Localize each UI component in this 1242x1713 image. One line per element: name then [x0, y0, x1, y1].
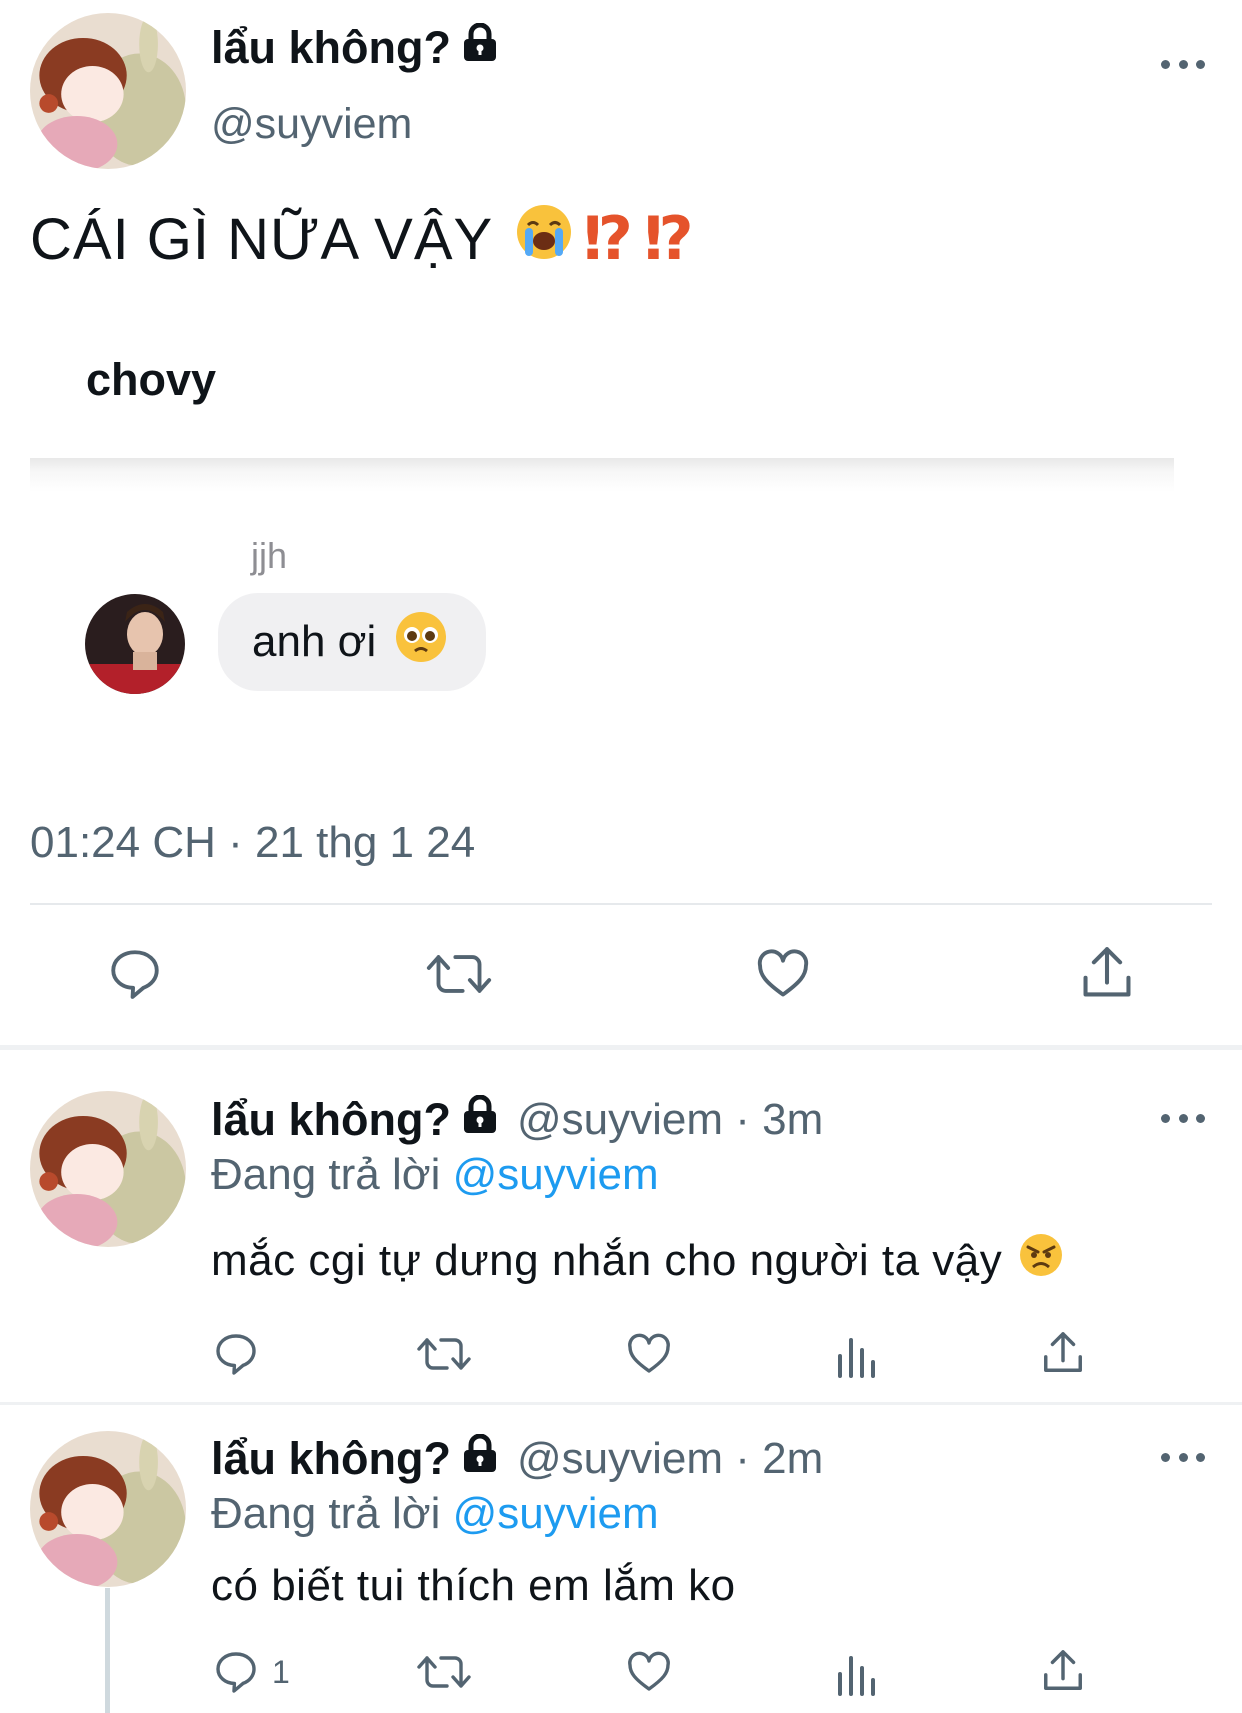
- share-icon: [1083, 947, 1131, 997]
- retweet-icon: [426, 955, 492, 993]
- reply-handle-time: @suyviem · 3m: [517, 1095, 824, 1144]
- lock-icon: [461, 22, 499, 74]
- embed-chat-sender: jjh: [251, 535, 288, 576]
- reply-avatar[interactable]: [30, 1091, 186, 1247]
- reply-text: có biết tui thích em lắm ko: [211, 1561, 736, 1611]
- views-icon: [838, 1656, 875, 1696]
- lock-icon: [461, 1433, 499, 1485]
- display-name-text: lẩu không?: [211, 22, 451, 73]
- heart-icon: [757, 949, 809, 997]
- tweet-detail-page: lẩu không? @suyviem CÁI GÌ NỮA VẬY ⁉ ⁉ c…: [0, 0, 1242, 1713]
- author-handle[interactable]: @suyviem: [211, 100, 412, 149]
- lock-icon: [461, 1094, 499, 1146]
- share-icon: [1044, 1650, 1082, 1690]
- embed-chat-bubble: anh ơi: [218, 593, 486, 691]
- reply-text: mắc cgi tự dưng nhắn cho người ta vậy: [211, 1232, 1064, 1289]
- reply-icon: [216, 1652, 256, 1693]
- tweet-text: CÁI GÌ NỮA VẬY ⁉ ⁉: [30, 203, 695, 275]
- embed-sender-avatar: [85, 594, 185, 694]
- reply-button[interactable]: [106, 945, 164, 1003]
- views-button[interactable]: [834, 1332, 878, 1378]
- reply-icon: [111, 950, 159, 999]
- interrobang-1: ⁉: [583, 205, 634, 272]
- more-icon[interactable]: [1161, 1111, 1205, 1125]
- section-divider: [0, 1045, 1242, 1050]
- retweet-button[interactable]: [415, 1330, 473, 1378]
- reply-display-name: lẩu không?: [211, 1433, 451, 1484]
- embed-chat-title: chovy: [86, 354, 217, 405]
- heart-icon: [628, 1651, 670, 1691]
- replying-to: Đang trả lời @suyviem: [211, 1489, 659, 1539]
- reply-text-content: có biết tui thích em lắm ko: [211, 1561, 736, 1610]
- replying-prefix: Đang trả lời: [211, 1489, 453, 1538]
- reply-icon: [216, 1334, 256, 1375]
- interrobang-2: ⁉: [643, 205, 695, 272]
- embed-divider: [30, 458, 1174, 492]
- reply-handle-time: @suyviem · 2m: [517, 1434, 824, 1483]
- retweet-icon: [417, 1338, 471, 1370]
- replying-mention-link[interactable]: @suyviem: [453, 1150, 659, 1199]
- divider: [30, 903, 1212, 905]
- replying-mention-link[interactable]: @suyviem: [453, 1489, 659, 1538]
- retweet-button[interactable]: [424, 945, 494, 1003]
- angry-face-icon: [1018, 1232, 1064, 1289]
- more-icon[interactable]: [1161, 57, 1205, 71]
- tweet-text-content: CÁI GÌ NỮA VẬY: [30, 206, 494, 272]
- retweet-button[interactable]: [415, 1648, 473, 1696]
- reply-avatar[interactable]: [30, 1431, 186, 1587]
- heart-icon: [628, 1333, 670, 1373]
- reply-button[interactable]: 1: [212, 1648, 290, 1696]
- replying-prefix: Đang trả lời: [211, 1150, 453, 1199]
- like-button[interactable]: [625, 1330, 673, 1378]
- reply-text-content: mắc cgi tự dưng nhắn cho người ta vậy: [211, 1235, 1003, 1285]
- share-button[interactable]: [1040, 1646, 1086, 1696]
- share-button[interactable]: [1040, 1328, 1086, 1378]
- section-divider: [0, 1402, 1242, 1405]
- reply-button[interactable]: [212, 1330, 260, 1378]
- replying-to: Đang trả lời @suyviem: [211, 1150, 659, 1200]
- like-button[interactable]: [754, 945, 812, 1003]
- views-icon: [838, 1338, 875, 1378]
- thread-line: [105, 1588, 110, 1713]
- loudly-crying-face-icon: [515, 203, 573, 275]
- embed-chat-message: anh ơi: [252, 617, 377, 666]
- reply-display-name: lẩu không?: [211, 1094, 451, 1145]
- more-icon[interactable]: [1161, 1450, 1205, 1464]
- tweet-timestamp[interactable]: 01:24 CH · 21 thg 1 24: [30, 818, 475, 868]
- share-button[interactable]: [1078, 942, 1136, 1004]
- like-button[interactable]: [625, 1648, 673, 1696]
- retweet-icon: [417, 1656, 471, 1688]
- pleading-face-icon: [394, 610, 448, 675]
- reply-author[interactable]: lẩu không? @suyviem · 3m: [211, 1094, 823, 1146]
- reply-author[interactable]: lẩu không? @suyviem · 2m: [211, 1433, 823, 1485]
- author-display-name[interactable]: lẩu không?: [211, 22, 499, 74]
- reply-count: 1: [272, 1653, 290, 1690]
- views-button[interactable]: [834, 1650, 878, 1696]
- author-avatar[interactable]: [30, 13, 186, 169]
- share-icon: [1044, 1332, 1082, 1372]
